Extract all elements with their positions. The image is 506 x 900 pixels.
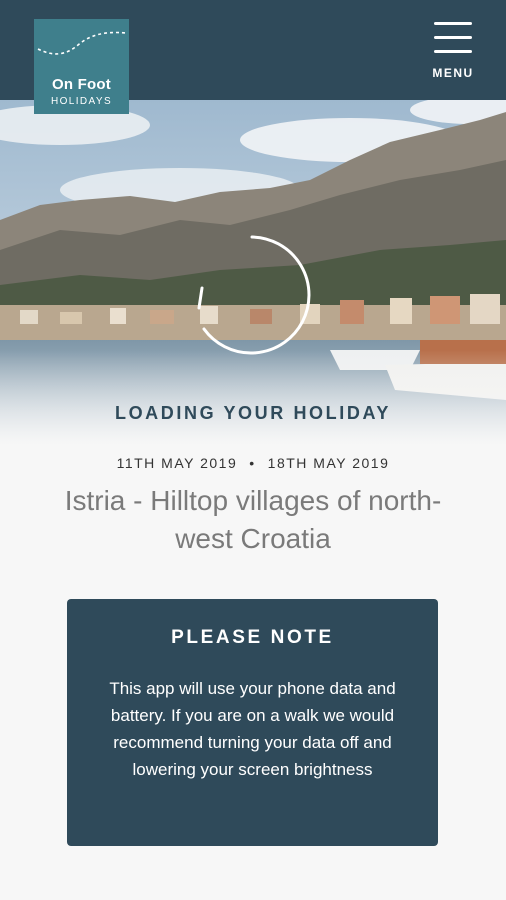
menu-button[interactable]: MENU bbox=[432, 22, 474, 82]
logo-subtitle: HOLIDAYS bbox=[50, 96, 113, 107]
hamburger-menu-icon bbox=[434, 22, 472, 25]
note-title: PLEASE NOTE bbox=[171, 627, 334, 648]
menu-label: MENU bbox=[432, 66, 474, 80]
start-date: 11TH MAY 2019 bbox=[116, 455, 238, 471]
please-note-card: PLEASE NOTE This app will use your phone… bbox=[67, 599, 438, 846]
hamburger-bar bbox=[434, 50, 472, 53]
note-body: This app will use your phone data and ba… bbox=[109, 679, 396, 779]
logo-wave-icon bbox=[37, 31, 127, 55]
end-date: 18TH MAY 2019 bbox=[267, 455, 390, 471]
trip-name: Istria - Hilltop villages of north-west … bbox=[64, 485, 442, 554]
hamburger-bar bbox=[434, 36, 472, 39]
brand-logo[interactable]: On Foot HOLIDAYS bbox=[34, 19, 129, 114]
holiday-dates: 11TH MAY 2019 • 18TH MAY 2019 bbox=[0, 455, 506, 471]
logo-title: On Foot bbox=[52, 76, 111, 93]
loading-title: LOADING YOUR HOLIDAY bbox=[114, 403, 392, 423]
date-separator: • bbox=[249, 455, 256, 471]
loading-spinner-icon bbox=[197, 235, 311, 355]
